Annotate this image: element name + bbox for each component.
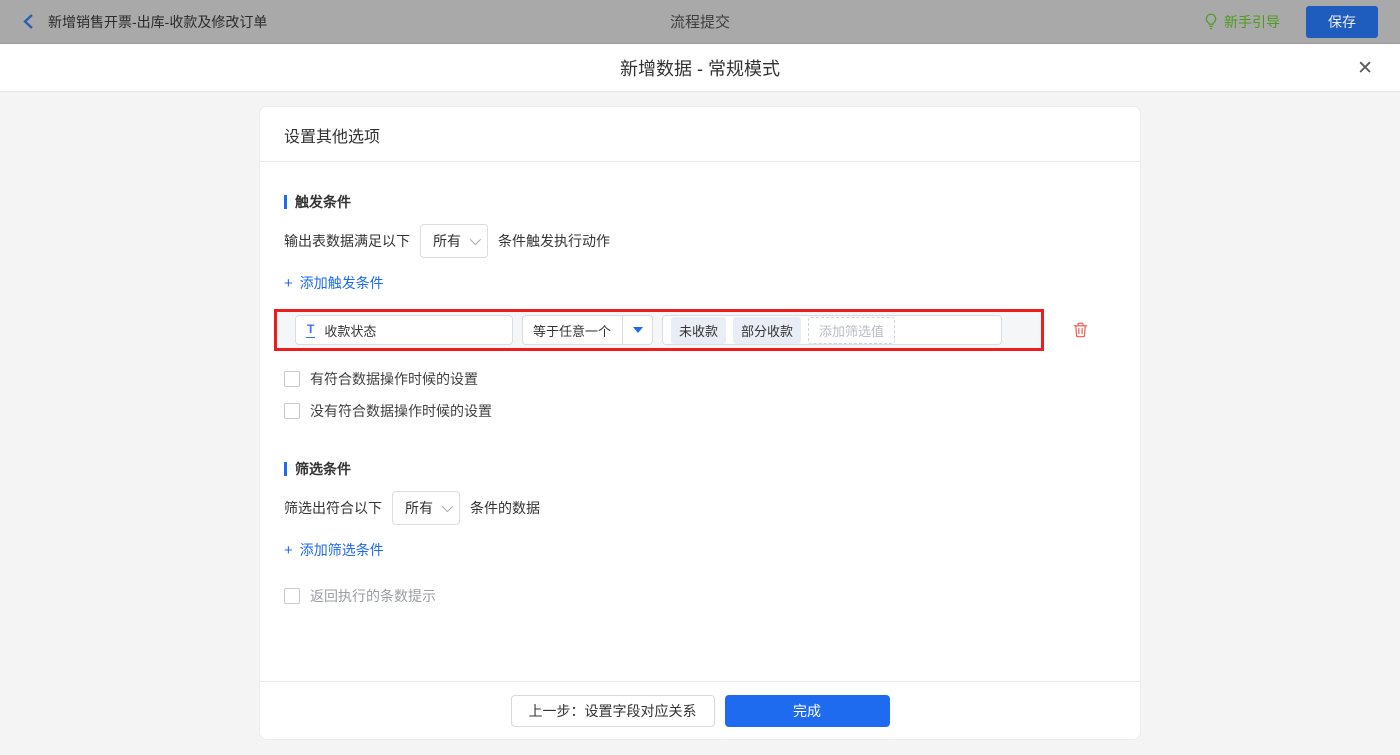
- unmatched-data-settings-checkbox-row[interactable]: 没有符合数据操作时候的设置: [284, 401, 1116, 421]
- card-content: 触发条件 输出表数据满足以下 所有 条件触发执行动作 + 添加触发条件 T 收款…: [260, 162, 1140, 681]
- plus-icon: +: [284, 541, 293, 559]
- trigger-match-value: 所有: [433, 233, 461, 249]
- add-filter-condition-label: 添加筛选条件: [299, 542, 384, 558]
- return-count-hint-label: 返回执行的条数提示: [310, 588, 436, 604]
- chevron-down-icon: [469, 233, 482, 246]
- add-filter-value-placeholder[interactable]: 添加筛选值: [808, 316, 896, 344]
- modal-body: 设置其他选项 触发条件 输出表数据满足以下 所有 条件触发执行动作 + 添加触发…: [0, 92, 1400, 755]
- trigger-section-label: 触发条件: [295, 194, 351, 210]
- trash-icon: [1073, 322, 1088, 338]
- filter-match-select[interactable]: 所有: [392, 491, 460, 525]
- filter-match-sentence: 筛选出符合以下 所有 条件的数据: [284, 491, 1116, 525]
- filter-sentence-suffix: 条件的数据: [470, 500, 540, 516]
- topbar: 新增销售开票-出库-收款及修改订单 流程提交 新手引导 保存: [0, 0, 1400, 44]
- trigger-section-title: 触发条件: [284, 192, 1116, 212]
- section-accent-bar: [284, 462, 287, 476]
- operator-dropdown-toggle[interactable]: [623, 327, 652, 333]
- previous-step-button[interactable]: 上一步：设置字段对应关系: [510, 694, 715, 727]
- unmatched-data-settings-label: 没有符合数据操作时候的设置: [310, 403, 492, 419]
- chevron-down-icon: [441, 500, 454, 513]
- trigger-match-sentence: 输出表数据满足以下 所有 条件触发执行动作: [284, 224, 1116, 258]
- trigger-sentence-prefix: 输出表数据满足以下: [284, 233, 410, 249]
- delete-condition-button[interactable]: [1073, 322, 1088, 338]
- condition-operator-select[interactable]: 等于任意一个: [522, 315, 653, 345]
- card-footer: 上一步：设置字段对应关系 完成: [260, 681, 1140, 739]
- trigger-match-select[interactable]: 所有: [420, 224, 488, 258]
- guide-label: 新手引导: [1224, 13, 1280, 30]
- modal-header: 新增数据 - 常规模式 ✕: [0, 44, 1400, 92]
- condition-operator-value: 等于任意一个: [533, 323, 612, 339]
- beginner-guide-link[interactable]: 新手引导: [1204, 12, 1280, 32]
- add-trigger-condition-label: 添加触发条件: [299, 275, 384, 291]
- filter-match-value: 所有: [405, 500, 433, 516]
- highlighted-condition: T 收款状态 等于任意一个 未收款 部分收款 添加筛选值: [274, 309, 1044, 351]
- value-tag: 部分收款: [733, 316, 802, 344]
- matched-data-settings-label: 有符合数据操作时候的设置: [310, 371, 478, 387]
- trigger-condition-row: T 收款状态 等于任意一个 未收款 部分收款 添加筛选值: [274, 309, 1118, 351]
- checkbox-unchecked-icon[interactable]: [284, 371, 300, 387]
- condition-field-select[interactable]: T 收款状态: [295, 315, 513, 345]
- plus-icon: +: [284, 274, 293, 292]
- options-card: 设置其他选项 触发条件 输出表数据满足以下 所有 条件触发执行动作 + 添加触发…: [259, 106, 1141, 740]
- back-button[interactable]: [22, 13, 34, 30]
- add-filter-condition-link[interactable]: + 添加筛选条件: [284, 540, 384, 560]
- condition-field-name: 收款状态: [324, 323, 377, 339]
- filter-section-title: 筛选条件: [284, 459, 1116, 479]
- lightbulb-icon: [1205, 13, 1217, 30]
- filter-section-label: 筛选条件: [295, 461, 351, 477]
- chevron-left-icon: [23, 14, 33, 29]
- checkbox-unchecked-icon[interactable]: [284, 588, 300, 604]
- trigger-sentence-suffix: 条件触发执行动作: [498, 233, 610, 249]
- matched-data-settings-checkbox-row[interactable]: 有符合数据操作时候的设置: [284, 369, 1116, 389]
- add-trigger-condition-link[interactable]: + 添加触发条件: [284, 273, 384, 293]
- filter-sentence-prefix: 筛选出符合以下: [284, 500, 382, 516]
- card-header-title: 设置其他选项: [260, 107, 1140, 162]
- return-count-hint-checkbox-row[interactable]: 返回执行的条数提示: [284, 586, 1116, 606]
- done-button[interactable]: 完成: [724, 694, 890, 727]
- condition-values-input[interactable]: 未收款 部分收款 添加筛选值: [662, 315, 1002, 345]
- section-accent-bar: [284, 195, 287, 209]
- checkbox-unchecked-icon[interactable]: [284, 403, 300, 419]
- close-icon[interactable]: ✕: [1354, 56, 1376, 81]
- modal-title: 新增数据 - 常规模式: [620, 58, 780, 79]
- save-button[interactable]: 保存: [1306, 5, 1378, 38]
- caret-down-icon: [632, 327, 643, 333]
- text-field-icon: T: [306, 321, 316, 338]
- value-tag: 未收款: [671, 316, 727, 344]
- workflow-title: 新增销售开票-出库-收款及修改订单: [48, 13, 268, 30]
